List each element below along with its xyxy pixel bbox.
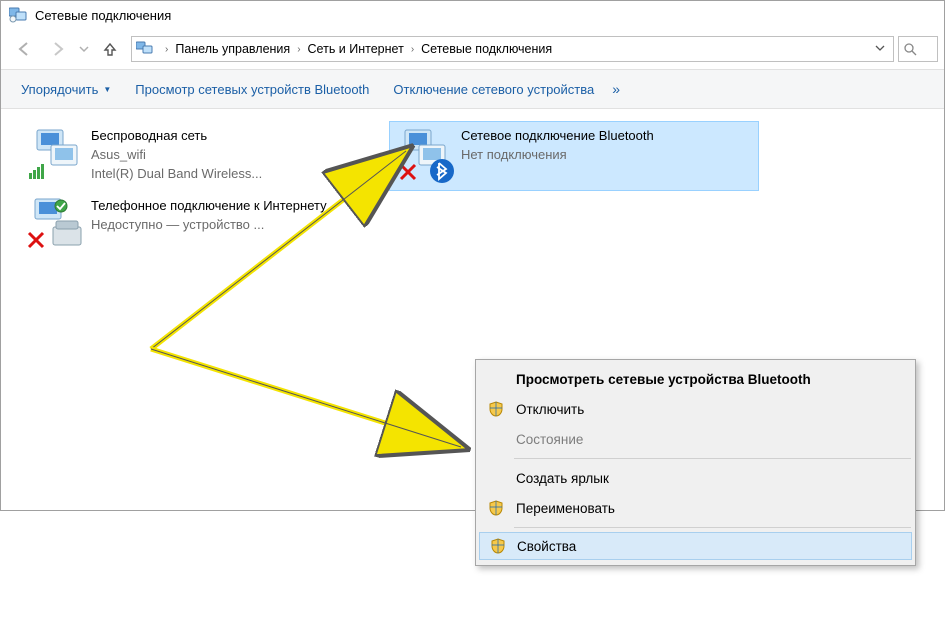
connection-ssid: Asus_wifi (91, 146, 262, 165)
connection-grid: Беспроводная сеть Asus_wifi Intel(R) Dua… (19, 121, 926, 261)
menu-item-rename[interactable]: Переименовать (478, 493, 913, 523)
shield-icon (490, 538, 506, 554)
toolbar-organize-button[interactable]: Упорядочить▼ (9, 76, 123, 103)
address-bar-expand[interactable] (871, 43, 889, 56)
chevron-down-icon: ▼ (103, 85, 111, 94)
connection-item-phone[interactable]: Телефонное подключение к Интернету Недос… (19, 191, 389, 261)
breadcrumb-item[interactable]: Сетевые подключения (419, 42, 554, 56)
connection-name: Беспроводная сеть (91, 127, 262, 146)
network-adapter-icon (27, 127, 87, 185)
content-area: Беспроводная сеть Asus_wifi Intel(R) Dua… (1, 109, 944, 510)
connection-name: Телефонное подключение к Интернету (91, 197, 327, 216)
connection-status: Недоступно — устройство ... (91, 216, 327, 235)
network-adapter-icon (397, 127, 457, 185)
context-menu: Просмотреть сетевые устройства Bluetooth… (475, 359, 916, 566)
chevron-right-icon[interactable]: › (160, 44, 173, 55)
connection-item-wifi[interactable]: Беспроводная сеть Asus_wifi Intel(R) Dua… (19, 121, 389, 191)
window-title: Сетевые подключения (35, 8, 171, 23)
menu-separator (514, 458, 911, 459)
menu-separator (514, 527, 911, 528)
toolbar-overflow-button[interactable]: » (612, 81, 620, 97)
toolbar-disable-button[interactable]: Отключение сетевого устройства (381, 76, 606, 103)
connection-item-bluetooth[interactable]: Сетевое подключение Bluetooth Нет подклю… (389, 121, 759, 191)
nav-row: › Панель управления › Сеть и Интернет › … (1, 29, 944, 69)
nav-recent-dropdown[interactable] (75, 33, 93, 65)
toolbar: Упорядочить▼ Просмотр сетевых устройств … (1, 69, 944, 109)
breadcrumb-item[interactable]: Панель управления (173, 42, 292, 56)
nav-forward-button[interactable] (41, 33, 75, 65)
menu-item-status: Состояние (478, 424, 913, 454)
menu-item-shortcut[interactable]: Создать ярлык (478, 463, 913, 493)
titlebar: Сетевые подключения (1, 1, 944, 29)
nav-back-button[interactable] (7, 33, 41, 65)
menu-item-disable[interactable]: Отключить (478, 394, 913, 424)
address-bar[interactable]: › Панель управления › Сеть и Интернет › … (131, 36, 894, 62)
network-connections-icon (9, 7, 27, 23)
search-icon (903, 42, 917, 56)
shield-icon (488, 500, 504, 516)
nav-up-button[interactable] (93, 33, 127, 65)
network-adapter-icon (27, 197, 87, 255)
menu-item-header[interactable]: Просмотреть сетевые устройства Bluetooth (478, 364, 913, 394)
connection-adapter: Intel(R) Dual Band Wireless... (91, 165, 262, 184)
breadcrumb-item[interactable]: Сеть и Интернет (306, 42, 406, 56)
search-box[interactable] (898, 36, 938, 62)
shield-icon (488, 401, 504, 417)
chevron-right-icon[interactable]: › (406, 44, 419, 55)
menu-item-properties[interactable]: Свойства (479, 532, 912, 560)
connection-status: Нет подключения (461, 146, 654, 165)
address-bar-icon (136, 41, 154, 57)
chevron-right-icon[interactable]: › (292, 44, 305, 55)
toolbar-view-bt-button[interactable]: Просмотр сетевых устройств Bluetooth (123, 76, 381, 103)
connection-name: Сетевое подключение Bluetooth (461, 127, 654, 146)
